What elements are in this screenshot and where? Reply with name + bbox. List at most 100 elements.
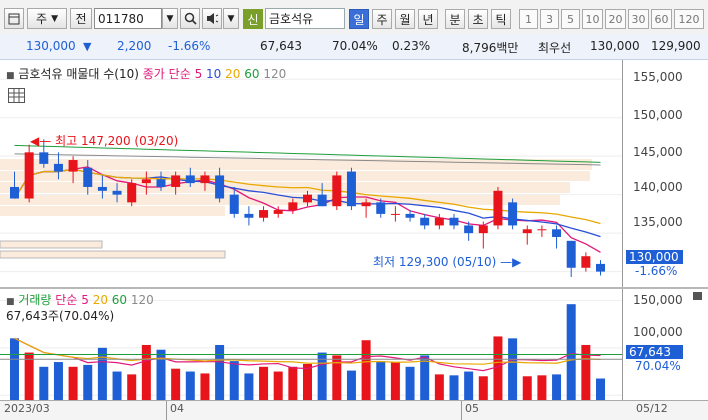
volume-bar [522, 376, 532, 400]
volume-bar [537, 375, 547, 400]
sound-dropdown-button[interactable]: ▼ [223, 8, 239, 29]
square-icon: ■ [6, 71, 15, 81]
volume-bar [464, 371, 474, 400]
tab-week[interactable]: 주 [372, 9, 392, 29]
price-change: 2,200 [117, 39, 152, 53]
volume-bar [552, 374, 562, 400]
candle-body [39, 152, 49, 164]
current-price-tag: 130,000 [626, 250, 683, 264]
candle-body [185, 175, 195, 184]
code-dropdown-button[interactable]: ▼ [162, 8, 178, 29]
ma-legend-10: 10 [206, 67, 222, 81]
stock-code-input[interactable]: 011780 [94, 8, 162, 29]
volume-bar [288, 366, 298, 400]
candle-body [200, 175, 210, 184]
low-price-label: 최저 129,300 (05/10) [373, 255, 497, 269]
candle-body [68, 160, 78, 172]
candle-body [537, 229, 547, 231]
collapse-pane-icon[interactable] [693, 292, 702, 300]
current-change-tag: -1.66% [635, 264, 678, 278]
date-label: 04 [170, 402, 184, 415]
volume-chart-pane[interactable]: ■ 거래량 단순 5 20 60 120 67,643주(70.04%) [0, 289, 622, 400]
bid-price: 129,900 [651, 39, 701, 53]
window-icon[interactable] [4, 8, 24, 29]
trade-amount: 8,796백만 [462, 41, 519, 55]
right-arrow-icon: —▶ [500, 255, 522, 269]
month-divider [166, 401, 167, 420]
candle-body [83, 167, 93, 187]
volume-bar [566, 304, 576, 400]
ask-price: 130,000 [590, 39, 640, 53]
candle-body [361, 202, 371, 207]
volume-bar [259, 366, 269, 400]
price-axis: 155,000 150,000 145,000 140,000 135,000 … [622, 60, 708, 287]
vol-ma-legend-60: 60 [111, 293, 128, 307]
volume-bar [112, 371, 122, 400]
volume-profile-band [0, 206, 225, 216]
minute-option-20[interactable]: 20 [605, 9, 626, 29]
price-tick: 140,000 [633, 180, 683, 194]
candle-body [215, 175, 225, 199]
volume-bar [390, 362, 400, 400]
candle-body [10, 186, 19, 199]
candle-body [244, 213, 254, 218]
volume-bar [83, 364, 93, 400]
minute-option-10[interactable]: 10 [582, 9, 603, 29]
candle-body [156, 179, 166, 187]
chart-type-select[interactable]: 주 ▼ [27, 8, 67, 29]
price-tick: 135,000 [633, 215, 683, 229]
chart-type-label: 주 [36, 12, 48, 26]
price-pane-title: 금호석유 매물대 수(10) [18, 67, 139, 81]
candle-body [434, 217, 444, 226]
volume-bar [185, 371, 195, 400]
volume-pane-legend: ■ 거래량 단순 5 20 60 120 [6, 291, 154, 308]
stock-name-field: 금호석유 [265, 8, 345, 29]
minute-option-5[interactable]: 5 [561, 9, 580, 29]
volume-bar [68, 366, 78, 400]
volume-bar [215, 344, 225, 400]
tab-tick[interactable]: 틱 [491, 9, 511, 29]
month-divider [461, 401, 462, 420]
volume-axis: 150,000 100,000 67,643 70.04% [622, 289, 708, 400]
down-arrow-icon: ▼ [83, 40, 92, 53]
volume-bar [449, 375, 459, 400]
tab-year[interactable]: 년 [418, 9, 438, 29]
volume-bar [229, 361, 239, 400]
tab-second[interactable]: 초 [468, 9, 488, 29]
tab-month[interactable]: 월 [395, 9, 415, 29]
vol-ma-legend-prefix: 단순 [55, 293, 78, 307]
volume-bar [478, 376, 488, 400]
price-chart-pane[interactable]: ■ 금호석유 매물대 수(10) 종가 단순 5 10 20 60 120 ◀—… [0, 60, 622, 287]
candle-body [259, 210, 269, 218]
current-volume-tag: 67,643 [626, 345, 683, 359]
stock-name: 금호석유 [269, 12, 314, 26]
vol-ma-legend-5: 5 [81, 293, 89, 307]
candle-body [288, 202, 298, 211]
stock-type-button[interactable]: 전 [70, 8, 92, 29]
candle-body [229, 194, 239, 214]
current-volume-ratio-tag: 70.04% [635, 359, 681, 373]
minute-option-60[interactable]: 60 [651, 9, 672, 29]
volume-tick: 150,000 [633, 293, 683, 307]
tab-minute[interactable]: 분 [445, 9, 465, 29]
volume-bar [376, 361, 386, 400]
minute-option-1[interactable]: 1 [519, 9, 538, 29]
sound-button[interactable] [202, 8, 222, 29]
volume-ratio: 70.04% [332, 39, 378, 53]
volume-bar [346, 370, 356, 400]
high-price-label: 최고 147,200 (03/20) [55, 134, 179, 148]
minute-option-3[interactable]: 3 [540, 9, 559, 29]
search-button[interactable] [180, 8, 200, 29]
minute-option-120[interactable]: 120 [674, 9, 704, 29]
price-chart [0, 78, 622, 277]
high-price-annotation: ◀— 최고 147,200 (03/20) [30, 132, 178, 149]
minute-option-30[interactable]: 30 [628, 9, 649, 29]
candle-body [596, 263, 605, 272]
window-glyph-icon [8, 13, 20, 24]
volume-tick: 100,000 [633, 325, 683, 339]
tab-day[interactable]: 일 [349, 9, 369, 29]
grid-table-icon[interactable] [8, 88, 25, 103]
volume-bar [273, 371, 283, 400]
volume-bar [303, 363, 312, 400]
candle-body [464, 225, 474, 234]
